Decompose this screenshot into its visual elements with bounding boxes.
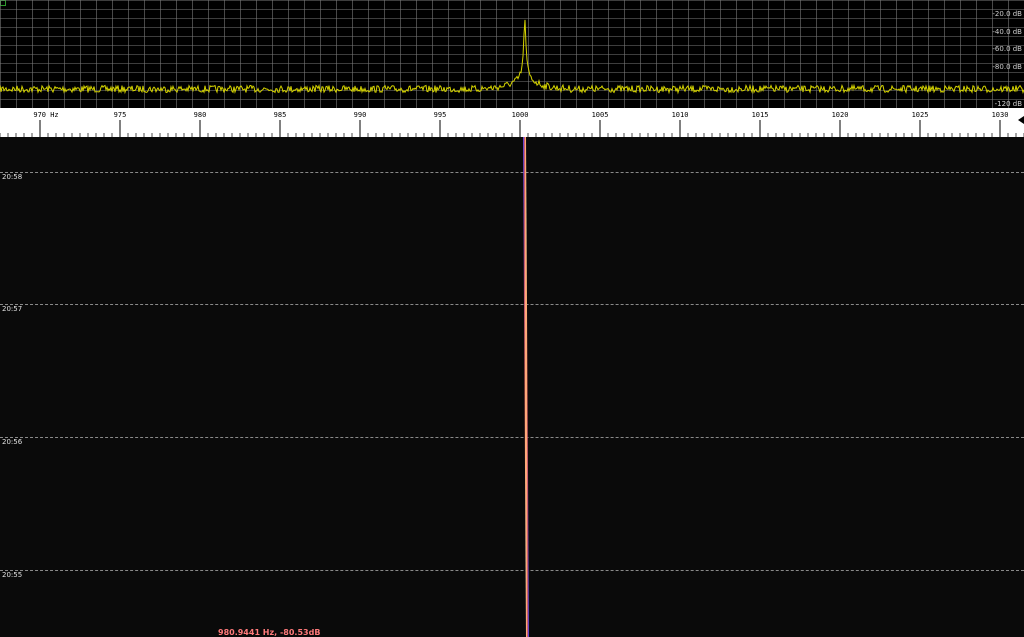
time-gridline bbox=[0, 437, 1024, 438]
time-gridline bbox=[0, 570, 1024, 571]
frequency-label: 1010 bbox=[671, 111, 689, 119]
frequency-label: 1025 bbox=[911, 111, 929, 119]
frequency-label: 1005 bbox=[591, 111, 609, 119]
db-label: -120 dB bbox=[994, 100, 1022, 108]
frequency-label: 980 bbox=[193, 111, 207, 119]
frequency-label: 975 bbox=[113, 111, 127, 119]
cursor-readout: 980.9441 Hz, -80.53dB bbox=[218, 628, 321, 637]
frequency-label: 1000 bbox=[511, 111, 529, 119]
db-label: -20.0 dB bbox=[992, 10, 1022, 18]
frequency-scale[interactable]: 970 Hz 975 980 985 990 995 1000 1005 1010 1015 102… bbox=[0, 108, 1024, 137]
time-label: 20:57 bbox=[2, 305, 23, 313]
time-label: 20:56 bbox=[2, 438, 23, 446]
frequency-label: 970 Hz bbox=[33, 111, 59, 119]
db-label: -80.0 dB bbox=[992, 63, 1022, 71]
waterfall-display[interactable]: 20:58 20:57 20:56 20:55 980.9441 Hz, -80… bbox=[0, 137, 1024, 637]
frequency-label: 985 bbox=[273, 111, 287, 119]
frequency-label: 990 bbox=[353, 111, 367, 119]
db-label: -60.0 dB bbox=[992, 45, 1022, 53]
scale-arrow-icon[interactable] bbox=[1018, 116, 1024, 124]
spectrum-plot[interactable] bbox=[0, 0, 1024, 108]
signal-trace bbox=[522, 137, 529, 637]
time-label: 20:55 bbox=[2, 571, 23, 579]
frequency-label: 1020 bbox=[831, 111, 849, 119]
time-gridline bbox=[0, 172, 1024, 173]
time-gridline bbox=[0, 304, 1024, 305]
db-label: -40.0 dB bbox=[992, 28, 1022, 36]
time-label: 20:58 bbox=[2, 173, 23, 181]
frequency-label: 1015 bbox=[751, 111, 769, 119]
frequency-label: 995 bbox=[433, 111, 447, 119]
frequency-label: 1030 bbox=[991, 111, 1009, 119]
spectrum-panel[interactable]: -20.0 dB -40.0 dB -60.0 dB -80.0 dB -120… bbox=[0, 0, 1024, 108]
